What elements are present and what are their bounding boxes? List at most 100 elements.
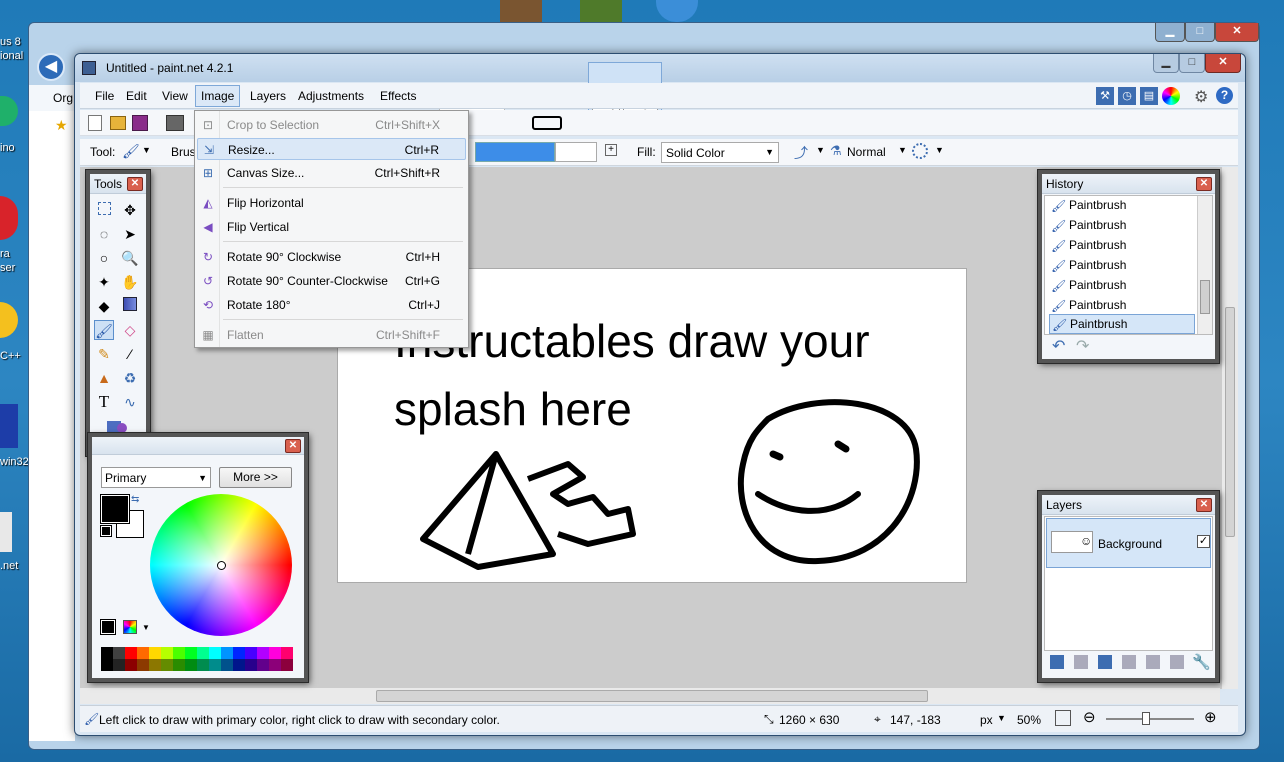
menu-rotate-cw[interactable]: ↻ Rotate 90° Clockwise Ctrl+H xyxy=(197,246,466,268)
maximize-button[interactable]: □ xyxy=(1179,54,1205,73)
desktop-icon-label[interactable]: ino xyxy=(0,142,15,154)
history-panel-header[interactable]: History ✕ xyxy=(1042,174,1215,194)
line-curve-icon[interactable]: ∿ xyxy=(120,392,140,412)
history-item[interactable]: 🖌 Paintbrush xyxy=(1049,196,1195,216)
paintbrush-icon[interactable]: 🖌 xyxy=(122,143,140,160)
explorer-minimize-button[interactable]: ▁ xyxy=(1155,23,1185,42)
zoom-level[interactable]: 50% xyxy=(1017,713,1041,727)
primary-color-swatch[interactable] xyxy=(100,494,130,524)
gear-icon[interactable]: ⚙ xyxy=(1194,87,1208,107)
menu-edit[interactable]: Edit xyxy=(121,87,152,105)
menu-layers[interactable]: Layers xyxy=(245,87,291,105)
reset-colors-icon[interactable] xyxy=(100,525,112,537)
save-icon[interactable] xyxy=(132,115,148,131)
unit-selector[interactable]: px xyxy=(980,713,993,727)
menu-effects[interactable]: Effects xyxy=(375,87,421,105)
menu-resize[interactable]: ⇲ Resize... Ctrl+R xyxy=(197,138,466,160)
chevron-down-icon[interactable]: ▼ xyxy=(142,145,151,155)
move-selected-icon[interactable]: ➤ xyxy=(120,224,140,244)
antialiasing-icon[interactable]: ⤴ xyxy=(794,143,808,163)
move-selection-icon[interactable]: ✥ xyxy=(120,200,140,220)
hardness-value-field[interactable] xyxy=(555,142,597,162)
history-item[interactable]: 🖌 Paintbrush xyxy=(1049,236,1195,256)
history-item[interactable]: 🖌 Paintbrush xyxy=(1049,296,1195,316)
hardness-slider[interactable] xyxy=(475,142,555,162)
history-item[interactable]: 🖌 Paintbrush xyxy=(1049,276,1195,296)
close-icon[interactable]: ✕ xyxy=(1196,498,1212,512)
layer-row[interactable]: ☺ Background ✓ xyxy=(1046,518,1211,568)
history-item-selected[interactable]: 🖌 Paintbrush xyxy=(1049,314,1195,334)
close-icon[interactable]: ✕ xyxy=(127,177,143,191)
palette-swatch[interactable] xyxy=(221,647,233,659)
desktop-icon-label[interactable]: .net xyxy=(0,560,18,572)
chevron-down-icon[interactable]: ▼ xyxy=(935,145,944,155)
palette-swatch-dark[interactable] xyxy=(209,659,221,671)
gradient-icon[interactable] xyxy=(120,296,140,316)
swap-colors-icon[interactable]: ⇆ xyxy=(131,494,139,505)
vertical-scrollbar[interactable] xyxy=(1221,167,1238,689)
palette-swatch[interactable] xyxy=(101,647,113,659)
palette-swatch[interactable] xyxy=(281,647,293,659)
layers-list[interactable]: ☺ Background ✓ xyxy=(1044,516,1213,651)
history-item[interactable]: 🖌 Paintbrush xyxy=(1049,216,1195,236)
expand-icon[interactable]: + xyxy=(605,144,617,156)
close-button[interactable]: ✕ xyxy=(1205,54,1241,73)
redo-icon[interactable]: ↷ xyxy=(1076,336,1089,356)
zoom-slider-thumb[interactable] xyxy=(1142,712,1150,725)
palette-swatch[interactable] xyxy=(113,647,125,659)
eraser-icon[interactable]: ◇ xyxy=(120,320,140,340)
palette-swatch-dark[interactable] xyxy=(269,659,281,671)
color-picker-icon[interactable]: ⁄ xyxy=(120,344,140,364)
move-layer-up-icon[interactable] xyxy=(1146,655,1160,669)
desktop-icon-label[interactable]: ra xyxy=(0,248,10,260)
undo-icon[interactable]: ↶ xyxy=(1052,336,1065,356)
zoom-out-icon[interactable]: ⊖ xyxy=(1083,708,1096,726)
zoom-fit-icon[interactable] xyxy=(1055,710,1071,726)
palette-swatch-dark[interactable] xyxy=(125,659,137,671)
close-icon[interactable]: ✕ xyxy=(1196,177,1212,191)
vertical-scroll-thumb[interactable] xyxy=(1225,307,1235,537)
recolor-icon[interactable]: ♻ xyxy=(120,368,140,388)
palette-swatch-dark[interactable] xyxy=(185,659,197,671)
close-icon[interactable]: ✕ xyxy=(285,439,301,453)
palette-swatch-dark[interactable] xyxy=(101,659,113,671)
chevron-down-icon[interactable]: ▼ xyxy=(997,713,1006,723)
rectangle-select-icon[interactable] xyxy=(94,200,114,220)
palette-swatch[interactable] xyxy=(149,647,161,659)
move-layer-down-icon[interactable] xyxy=(1170,655,1184,669)
print-icon[interactable] xyxy=(166,115,184,131)
history-toggle-icon[interactable]: ◷ xyxy=(1118,87,1136,105)
palette-swatch[interactable] xyxy=(185,647,197,659)
color-wheel[interactable] xyxy=(150,494,292,636)
selection-mode-icon[interactable] xyxy=(912,143,928,159)
layer-visibility-checkbox[interactable]: ✓ xyxy=(1197,535,1210,548)
color-wheel-cursor[interactable] xyxy=(217,561,226,570)
help-icon[interactable]: ? xyxy=(1216,87,1233,104)
palette-swatch-dark[interactable] xyxy=(281,659,293,671)
palette-swatch[interactable] xyxy=(209,647,221,659)
lasso-select-icon[interactable]: ◌ xyxy=(94,224,114,244)
blend-mode-icon[interactable]: ⚗ xyxy=(830,143,842,159)
file-icon[interactable] xyxy=(0,512,12,552)
menu-rotate-ccw[interactable]: ↺ Rotate 90° Counter-Clockwise Ctrl+G xyxy=(197,270,466,292)
minecraft-icon[interactable] xyxy=(580,0,622,22)
palette-swatch[interactable] xyxy=(173,647,185,659)
back-arrow-icon[interactable]: ◀ xyxy=(37,53,65,81)
desktop-icon-label[interactable]: us 8 xyxy=(0,36,21,48)
more-colors-button[interactable]: More >> xyxy=(219,467,292,488)
zoom-in-icon[interactable]: ⊕ xyxy=(1204,708,1217,726)
pencil-icon[interactable]: ✎ xyxy=(94,344,114,364)
pan-hand-icon[interactable]: ✋ xyxy=(120,272,140,292)
menu-flatten[interactable]: ▦ Flatten Ctrl+Shift+F xyxy=(197,324,466,346)
tools-panel-header[interactable]: Tools ✕ xyxy=(90,174,146,194)
palette-swatch-dark[interactable] xyxy=(113,659,125,671)
menu-canvas-size[interactable]: ⊞ Canvas Size... Ctrl+Shift+R xyxy=(197,162,466,184)
chevron-down-icon[interactable]: ▼ xyxy=(142,623,150,632)
palette-swatch-dark[interactable] xyxy=(197,659,209,671)
blend-mode-value[interactable]: Normal xyxy=(847,145,886,159)
paintbrush-tool-icon[interactable]: 🖌 xyxy=(94,320,114,340)
menu-flip-horizontal[interactable]: ◭ Flip Horizontal xyxy=(197,192,466,214)
zoom-slider-track[interactable] xyxy=(1106,718,1194,720)
palette-swatch[interactable] xyxy=(233,647,245,659)
colors-panel-header[interactable]: ✕ xyxy=(92,437,304,455)
